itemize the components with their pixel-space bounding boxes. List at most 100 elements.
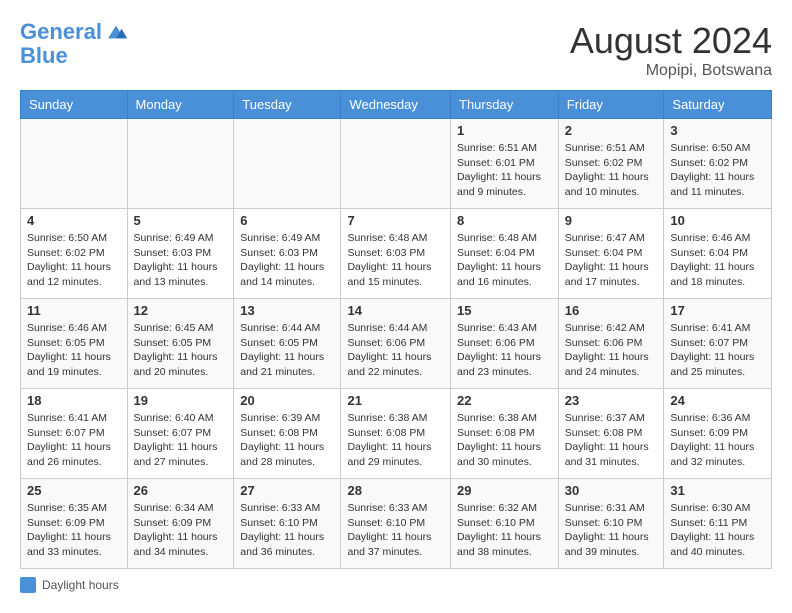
logo: General Blue <box>20 20 128 68</box>
week-row-3: 11Sunrise: 6:46 AM Sunset: 6:05 PM Dayli… <box>21 299 772 389</box>
page-header: General Blue August 2024 Mopipi, Botswan… <box>20 20 772 80</box>
calendar-cell: 29 Sunrise: 6:32 AM Sunset: 6:10 PM Dayli… <box>451 479 559 569</box>
day-info: Sunrise: 6:31 AM Sunset: 6:10 PM Dayligh… <box>565 501 658 560</box>
legend-label: Daylight hours <box>42 578 119 592</box>
calendar-cell: 24 Sunrise: 6:36 AM Sunset: 6:09 PM Dayli… <box>664 389 772 479</box>
day-number: 17 <box>670 303 765 318</box>
day-number: 6 <box>240 213 334 228</box>
day-number: 18 <box>27 393 121 408</box>
calendar-cell: 30 Sunrise: 6:31 AM Sunset: 6:10 PM Dayli… <box>558 479 664 569</box>
calendar-cell: 16Sunrise: 6:42 AM Sunset: 6:06 PM Dayli… <box>558 299 664 389</box>
calendar-cell: 2Sunrise: 6:51 AM Sunset: 6:02 PM Daylig… <box>558 119 664 209</box>
day-info: Sunrise: 6:41 AM Sunset: 6:07 PM Dayligh… <box>27 411 121 470</box>
day-info: Sunrise: 6:49 AM Sunset: 6:03 PM Dayligh… <box>134 231 228 290</box>
calendar-cell: 23 Sunrise: 6:37 AM Sunset: 6:08 PM Dayli… <box>558 389 664 479</box>
day-info: Sunrise: 6:44 AM Sunset: 6:05 PM Dayligh… <box>240 321 334 380</box>
legend: Daylight hours <box>20 577 772 593</box>
calendar-cell <box>21 119 128 209</box>
day-info: Sunrise: 6:37 AM Sunset: 6:08 PM Dayligh… <box>565 411 658 470</box>
week-row-4: 18 Sunrise: 6:41 AM Sunset: 6:07 PM Dayli… <box>21 389 772 479</box>
weekday-header-saturday: Saturday <box>664 91 772 119</box>
location: Mopipi, Botswana <box>570 62 772 80</box>
calendar-cell: 11Sunrise: 6:46 AM Sunset: 6:05 PM Dayli… <box>21 299 128 389</box>
day-number: 12 <box>134 303 228 318</box>
month-year: August 2024 <box>570 20 772 62</box>
weekday-header-thursday: Thursday <box>451 91 559 119</box>
day-number: 26 <box>134 483 228 498</box>
day-number: 14 <box>347 303 444 318</box>
day-number: 2 <box>565 123 658 138</box>
day-info: Sunrise: 6:33 AM Sunset: 6:10 PM Dayligh… <box>240 501 334 560</box>
calendar-cell: 6Sunrise: 6:49 AM Sunset: 6:03 PM Daylig… <box>234 209 341 299</box>
day-number: 4 <box>27 213 121 228</box>
day-number: 13 <box>240 303 334 318</box>
calendar-cell: 4 Sunrise: 6:50 AM Sunset: 6:02 PM Daylig… <box>21 209 128 299</box>
calendar-cell: 26Sunrise: 6:34 AM Sunset: 6:09 PM Dayli… <box>127 479 234 569</box>
day-info: Sunrise: 6:39 AM Sunset: 6:08 PM Dayligh… <box>240 411 334 470</box>
week-row-2: 4 Sunrise: 6:50 AM Sunset: 6:02 PM Daylig… <box>21 209 772 299</box>
day-info: Sunrise: 6:42 AM Sunset: 6:06 PM Dayligh… <box>565 321 658 380</box>
day-number: 10 <box>670 213 765 228</box>
day-info: Sunrise: 6:40 AM Sunset: 6:07 PM Dayligh… <box>134 411 228 470</box>
calendar-cell: 14Sunrise: 6:44 AM Sunset: 6:06 PM Dayli… <box>341 299 451 389</box>
day-number: 24 <box>670 393 765 408</box>
week-row-1: 1 Sunrise: 6:51 AM Sunset: 6:01 PM Daylig… <box>21 119 772 209</box>
day-info: Sunrise: 6:35 AM Sunset: 6:09 PM Dayligh… <box>27 501 121 560</box>
day-number: 3 <box>670 123 765 138</box>
weekday-header-sunday: Sunday <box>21 91 128 119</box>
day-number: 1 <box>457 123 552 138</box>
day-number: 29 <box>457 483 552 498</box>
day-info: Sunrise: 6:43 AM Sunset: 6:06 PM Dayligh… <box>457 321 552 380</box>
calendar-cell <box>234 119 341 209</box>
logo-text: General <box>20 20 102 44</box>
day-info: Sunrise: 6:50 AM Sunset: 6:02 PM Dayligh… <box>27 231 121 290</box>
calendar-cell: 20 Sunrise: 6:39 AM Sunset: 6:08 PM Dayli… <box>234 389 341 479</box>
day-number: 15 <box>457 303 552 318</box>
day-info: Sunrise: 6:38 AM Sunset: 6:08 PM Dayligh… <box>457 411 552 470</box>
logo-icon <box>104 20 128 44</box>
day-number: 8 <box>457 213 552 228</box>
calendar-cell: 28 Sunrise: 6:33 AM Sunset: 6:10 PM Dayli… <box>341 479 451 569</box>
day-info: Sunrise: 6:36 AM Sunset: 6:09 PM Dayligh… <box>670 411 765 470</box>
calendar-cell: 10Sunrise: 6:46 AM Sunset: 6:04 PM Dayli… <box>664 209 772 299</box>
weekday-header-tuesday: Tuesday <box>234 91 341 119</box>
calendar-cell: 31 Sunrise: 6:30 AM Sunset: 6:11 PM Dayli… <box>664 479 772 569</box>
weekday-header-wednesday: Wednesday <box>341 91 451 119</box>
calendar-cell: 13 Sunrise: 6:44 AM Sunset: 6:05 PM Dayli… <box>234 299 341 389</box>
legend-box <box>20 577 36 593</box>
calendar-cell: 22 Sunrise: 6:38 AM Sunset: 6:08 PM Dayli… <box>451 389 559 479</box>
day-number: 27 <box>240 483 334 498</box>
calendar-cell: 19Sunrise: 6:40 AM Sunset: 6:07 PM Dayli… <box>127 389 234 479</box>
day-info: Sunrise: 6:33 AM Sunset: 6:10 PM Dayligh… <box>347 501 444 560</box>
calendar-cell: 7 Sunrise: 6:48 AM Sunset: 6:03 PM Daylig… <box>341 209 451 299</box>
logo-line2: Blue <box>20 44 128 68</box>
calendar-cell: 21Sunrise: 6:38 AM Sunset: 6:08 PM Dayli… <box>341 389 451 479</box>
day-number: 28 <box>347 483 444 498</box>
day-number: 31 <box>670 483 765 498</box>
day-number: 9 <box>565 213 658 228</box>
legend-item: Daylight hours <box>20 577 772 593</box>
calendar-cell: 5 Sunrise: 6:49 AM Sunset: 6:03 PM Daylig… <box>127 209 234 299</box>
day-info: Sunrise: 6:30 AM Sunset: 6:11 PM Dayligh… <box>670 501 765 560</box>
day-info: Sunrise: 6:51 AM Sunset: 6:01 PM Dayligh… <box>457 141 552 200</box>
calendar-cell: 17Sunrise: 6:41 AM Sunset: 6:07 PM Dayli… <box>664 299 772 389</box>
day-info: Sunrise: 6:32 AM Sunset: 6:10 PM Dayligh… <box>457 501 552 560</box>
day-number: 30 <box>565 483 658 498</box>
weekday-header-monday: Monday <box>127 91 234 119</box>
day-number: 25 <box>27 483 121 498</box>
calendar-cell: 1 Sunrise: 6:51 AM Sunset: 6:01 PM Daylig… <box>451 119 559 209</box>
calendar-cell: 3Sunrise: 6:50 AM Sunset: 6:02 PM Daylig… <box>664 119 772 209</box>
title-block: August 2024 Mopipi, Botswana <box>570 20 772 80</box>
day-number: 5 <box>134 213 228 228</box>
day-number: 7 <box>347 213 444 228</box>
day-info: Sunrise: 6:47 AM Sunset: 6:04 PM Dayligh… <box>565 231 658 290</box>
day-number: 23 <box>565 393 658 408</box>
day-number: 20 <box>240 393 334 408</box>
calendar-cell: 18 Sunrise: 6:41 AM Sunset: 6:07 PM Dayli… <box>21 389 128 479</box>
day-number: 22 <box>457 393 552 408</box>
day-number: 11 <box>27 303 121 318</box>
calendar-table: SundayMondayTuesdayWednesdayThursdayFrid… <box>20 90 772 569</box>
day-info: Sunrise: 6:48 AM Sunset: 6:03 PM Dayligh… <box>347 231 444 290</box>
calendar-cell <box>127 119 234 209</box>
day-info: Sunrise: 6:38 AM Sunset: 6:08 PM Dayligh… <box>347 411 444 470</box>
